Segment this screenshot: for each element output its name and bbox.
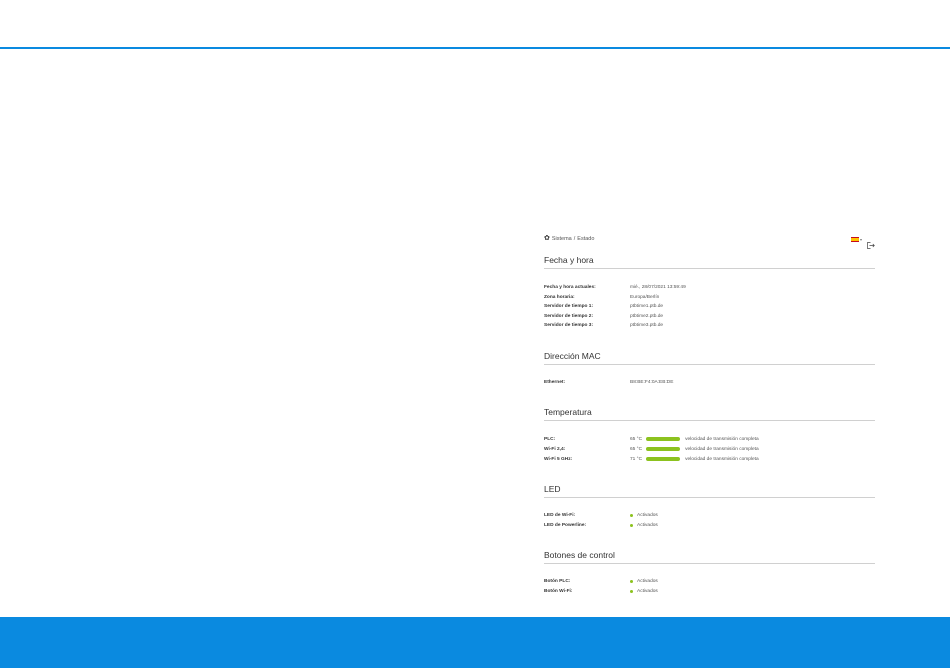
row-value-group: Activados xyxy=(630,577,658,586)
status-dot-icon xyxy=(630,580,633,583)
row-value: Activados xyxy=(637,588,658,594)
logout-icon[interactable] xyxy=(867,236,875,249)
temperature-bar xyxy=(646,457,681,461)
section-title-mac: Dirección MAC xyxy=(544,351,875,365)
buttons-row-plc: Botón PLC: Activados xyxy=(544,577,875,586)
row-label: Botón Wi-Fi: xyxy=(544,588,573,594)
row-value-group: 65 °C velocidad de transmisión completa xyxy=(630,445,759,454)
spain-flag-icon xyxy=(850,237,859,242)
temperature-value: 65 °C xyxy=(630,446,643,452)
temperature-row-plc: PLC: 65 °C velocidad de transmisión comp… xyxy=(544,435,875,444)
row-label: PLC: xyxy=(544,436,556,442)
gear-icon: ✿ xyxy=(544,235,550,242)
row-value: Activados xyxy=(637,522,658,528)
section-title-led: LED xyxy=(544,484,875,498)
section-title-temperature: Temperatura xyxy=(544,407,875,421)
temperature-status: velocidad de transmisión completa xyxy=(685,456,759,462)
row-value: Activados xyxy=(637,579,658,584)
row-label: Botón PLC: xyxy=(544,579,571,584)
row-label: Wi-Fi 5 GHz: xyxy=(544,456,573,462)
breadcrumb: ✿ Sistema / Estado xyxy=(544,235,594,242)
temperature-bar xyxy=(646,447,681,451)
row-label: LED de Powerline: xyxy=(544,522,587,528)
buttons-section: Botones de control xyxy=(544,550,875,564)
header-tools: ▾ xyxy=(850,236,875,249)
row-label: Servidor de tiempo 1: xyxy=(544,304,594,309)
datetime-row-server1: Servidor de tiempo 1: ptbtime1.ptb.de xyxy=(544,302,875,311)
header-rule xyxy=(0,47,950,49)
temperature-status: velocidad de transmisión completa xyxy=(685,446,759,452)
led-section: LED xyxy=(544,484,875,498)
row-value: B8:BE:F4:0A:EB:DE xyxy=(630,380,674,385)
footer-bar xyxy=(0,617,950,668)
row-value: ptbtime2.ptb.de xyxy=(630,313,664,319)
row-value-group: 65 °C velocidad de transmisión completa xyxy=(630,435,759,444)
row-value-group: Activados xyxy=(630,587,658,596)
led-row-wifi: LED de Wi-Fi: Activados xyxy=(544,511,875,520)
temperature-section: Temperatura xyxy=(544,407,875,421)
row-label: Zona horaria: xyxy=(544,294,575,300)
status-dot-icon xyxy=(630,514,633,517)
row-label: LED de Wi-Fi: xyxy=(544,513,576,518)
temperature-status: velocidad de transmisión completa xyxy=(685,436,759,442)
row-label: Servidor de tiempo 3: xyxy=(544,323,594,328)
mac-section: Dirección MAC xyxy=(544,351,875,365)
temperature-value: 65 °C xyxy=(630,436,643,442)
status-panel: ✿ Sistema / Estado ▾ Fecha y hora Fecha … xyxy=(544,231,875,594)
section-title-buttons: Botones de control xyxy=(544,550,875,564)
chevron-down-icon: ▾ xyxy=(859,237,862,242)
datetime-row-server2: Servidor de tiempo 2: ptbtime2.ptb.de xyxy=(544,312,875,321)
row-value-group: Activados xyxy=(630,511,658,520)
datetime-section: Fecha y hora xyxy=(544,255,875,269)
row-value: Activados xyxy=(637,513,658,518)
breadcrumb-section[interactable]: Sistema xyxy=(552,236,572,242)
row-label: Fecha y hora actuales: xyxy=(544,285,596,290)
row-value: Europa/Berlín xyxy=(630,294,660,300)
row-label: Ethernet: xyxy=(544,380,566,385)
temperature-row-wifi24: Wi-Fi 2,4: 65 °C velocidad de transmisió… xyxy=(544,445,875,454)
buttons-row-wifi: Botón Wi-Fi: Activados xyxy=(544,587,875,596)
row-value: ptbtime1.ptb.de xyxy=(630,304,664,309)
breadcrumb-page: Estado xyxy=(577,235,595,242)
status-dot-icon xyxy=(630,589,633,593)
row-value-group: 71 °C velocidad de transmisión completa xyxy=(630,455,759,464)
row-value: mié., 28/07/2021 13:59:49 xyxy=(630,285,686,290)
section-title-datetime: Fecha y hora xyxy=(544,255,875,269)
datetime-row-timezone: Zona horaria: Europa/Berlín xyxy=(544,293,875,302)
row-label: Servidor de tiempo 2: xyxy=(544,313,594,319)
row-value-group: Activados xyxy=(630,521,658,530)
row-value: ptbtime3.ptb.de xyxy=(630,323,664,328)
datetime-row-current: Fecha y hora actuales: mié., 28/07/2021 … xyxy=(544,283,875,292)
breadcrumb-separator: / xyxy=(573,235,576,242)
temperature-bar xyxy=(646,437,681,441)
led-row-powerline: LED de Powerline: Activados xyxy=(544,521,875,530)
mac-row-ethernet: Ethernet: B8:BE:F4:0A:EB:DE xyxy=(544,378,875,387)
temperature-value: 71 °C xyxy=(630,456,643,462)
language-selector[interactable]: ▾ xyxy=(850,237,862,242)
datetime-row-server3: Servidor de tiempo 3: ptbtime3.ptb.de xyxy=(544,321,875,330)
row-label: Wi-Fi 2,4: xyxy=(544,446,566,452)
temperature-row-wifi5: Wi-Fi 5 GHz: 71 °C velocidad de transmis… xyxy=(544,455,875,464)
top-bar: ✿ Sistema / Estado ▾ xyxy=(544,231,875,249)
status-dot-icon xyxy=(630,523,633,527)
